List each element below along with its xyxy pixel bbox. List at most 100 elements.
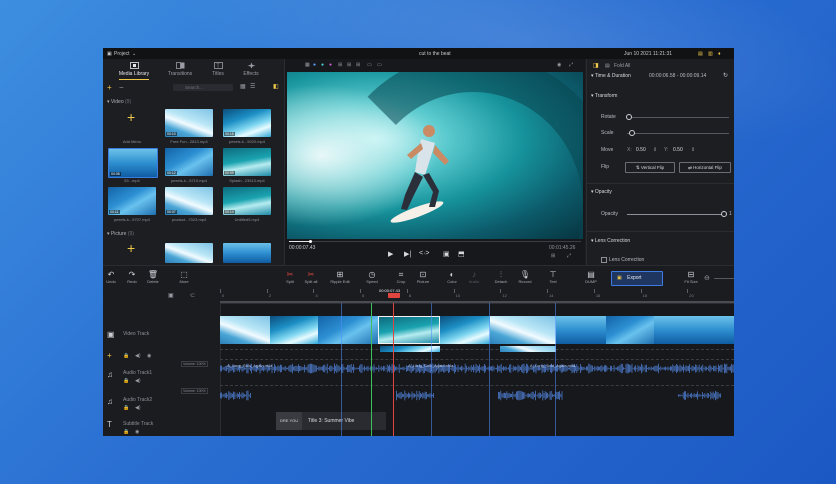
prev-frame-icon[interactable]: <·> [419, 250, 430, 257]
grid-view-icon[interactable]: ▦ [240, 83, 246, 90]
playhead-line[interactable] [393, 303, 394, 436]
audio-mute-icon[interactable]: ◀) [135, 353, 141, 359]
zoom-icon[interactable]: ⊞ [551, 253, 555, 259]
notification-icon[interactable]: ♦ [718, 51, 721, 57]
visibility-icon[interactable]: ◉ [135, 429, 139, 435]
fold-all-icon[interactable]: ▤ [605, 63, 610, 69]
playback-scrubber[interactable] [309, 239, 312, 243]
fit-size-button[interactable]: ⊟ Fit Size [679, 270, 703, 284]
scale-slider[interactable] [627, 133, 729, 134]
split-all-button[interactable]: ✂ Split all [299, 270, 323, 284]
search-field[interactable]: Search... [173, 84, 233, 91]
video-clip[interactable] [556, 316, 607, 344]
export-button[interactable]: ▣ Export [611, 271, 663, 286]
video-clip[interactable] [490, 316, 557, 344]
lock-icon[interactable]: 🔒 [123, 405, 129, 411]
picture-thumbnail[interactable] [223, 243, 271, 263]
stepper-icon[interactable]: ⇕ [691, 147, 695, 153]
audio-waveform[interactable] [220, 390, 734, 401]
lock-icon[interactable]: 🔒 [123, 353, 129, 359]
volume-badge[interactable]: Volume: 100% [181, 361, 208, 367]
vertical-flip-button[interactable]: ⇅ Vertical Flip [625, 162, 675, 173]
playback-progress-track[interactable] [289, 239, 581, 243]
snapshot-icon[interactable]: ◉ [557, 62, 561, 68]
step-forward-icon[interactable]: ▶| [404, 250, 411, 258]
video-clip[interactable] [270, 316, 319, 344]
more-button[interactable]: ⬚ More [172, 270, 196, 284]
audio-button[interactable]: ♪ Audio [462, 270, 486, 284]
zoom-out-icon[interactable]: ⊖ [704, 274, 710, 282]
lock-icon[interactable]: 🔒 [123, 429, 129, 435]
media-thumbnail[interactable]: 00:15 [223, 109, 271, 137]
record-button[interactable]: 🎙 Record [513, 270, 537, 284]
horizontal-flip-button[interactable]: ⇄ Horizontal Flip [679, 162, 731, 173]
picture-button[interactable]: ⊡ Picture [411, 270, 435, 284]
video-clip[interactable] [606, 316, 655, 344]
video-preview[interactable] [287, 72, 583, 239]
media-thumbnail[interactable]: 00:07 [165, 187, 213, 215]
add-media-tile[interactable]: + [108, 109, 156, 137]
video-clip[interactable] [220, 316, 271, 344]
lock-icon[interactable]: 🔒 [123, 378, 129, 384]
add-icon[interactable]: + [107, 83, 112, 92]
audio-waveform[interactable] [220, 363, 734, 374]
properties-icon[interactable]: ◨ [593, 62, 599, 69]
audio-mute-icon[interactable]: ◀) [135, 378, 141, 384]
aspect-ratio-icon[interactable]: ▭ [377, 62, 382, 68]
lens-correction-checkbox[interactable] [601, 257, 607, 263]
scale-slider-knob[interactable] [629, 130, 635, 136]
time-duration-header[interactable]: ▾ Time & Duration [591, 73, 631, 79]
lens-correction-header[interactable]: ▾ Lens Correction [591, 238, 630, 244]
text-button[interactable]: ⊤ Text [541, 270, 565, 284]
title-clip[interactable]: DRE YOU Title 3: Summer Vibe [276, 412, 386, 430]
opacity-header[interactable]: ▾ Opacity [591, 189, 612, 195]
color-button[interactable]: ◐ Color [440, 270, 464, 284]
list-view-icon[interactable]: ☰ [250, 83, 255, 90]
video-clip[interactable] [654, 316, 734, 344]
color-dot-magenta-icon[interactable]: ● [329, 62, 332, 68]
link-icon[interactable]: ⊂ [190, 292, 195, 299]
move-y-input[interactable]: 0.50 [673, 147, 683, 153]
add-track-icon[interactable]: + [107, 351, 112, 360]
play-icon[interactable]: ▶ [388, 250, 393, 258]
remove-icon[interactable]: − [119, 83, 124, 92]
detach-button[interactable]: ⫶ Detach [489, 270, 513, 284]
crop-button[interactable]: ⌗ Crop [389, 270, 413, 284]
panel-toggle-icon[interactable]: ◧ [273, 83, 279, 90]
stop-icon[interactable]: ▣ [443, 250, 450, 258]
crop-frame-icon[interactable]: ⊞ [356, 62, 360, 68]
opacity-slider-knob[interactable] [721, 211, 727, 217]
fold-all-label[interactable]: Fold All [614, 63, 630, 69]
project-menu[interactable]: Project [114, 51, 130, 57]
color-dot-cyan-icon[interactable]: ● [321, 62, 324, 68]
speed-button[interactable]: ◷ Speed [360, 270, 384, 284]
visibility-icon[interactable]: ◉ [147, 353, 151, 359]
video-clip[interactable] [440, 316, 491, 344]
video-section-header[interactable]: ▾ Video (9) [107, 99, 131, 105]
tab-transitions[interactable]: Transitions [159, 62, 201, 77]
expand-icon[interactable]: ⤢ [567, 253, 571, 259]
dump-button[interactable]: ▤ DUMP [579, 270, 603, 284]
aspect-ratio-icon[interactable]: ▭ [367, 62, 372, 68]
crop-frame-icon[interactable]: ⊞ [338, 62, 342, 68]
picture-thumbnail[interactable] [165, 243, 213, 263]
picture-section-header[interactable]: ▾ Picture (9) [107, 231, 134, 237]
media-thumbnail[interactable]: 00:12 [165, 148, 213, 176]
fullscreen-icon[interactable]: ⤢ [569, 62, 573, 68]
media-thumbnail[interactable]: 00:11 [108, 187, 156, 215]
delete-button[interactable]: 🗑 Delete [141, 270, 165, 284]
project-menu-icon[interactable]: ▣ [107, 51, 112, 57]
move-x-input[interactable]: 0.50 [636, 147, 646, 153]
media-thumbnail[interactable]: 00:14 [223, 187, 271, 215]
crop-frame-icon[interactable]: ⊞ [347, 62, 351, 68]
rotate-slider-knob[interactable] [626, 114, 632, 120]
audio-mute-icon[interactable]: ◀) [135, 405, 141, 411]
snap-icon[interactable]: ▣ [168, 292, 174, 299]
media-thumbnail[interactable]: 00:09 [223, 148, 271, 176]
video-clip[interactable] [318, 316, 379, 344]
media-thumbnail-selected[interactable]: 00:08 [108, 148, 158, 178]
lock-icon[interactable]: ▥ [708, 51, 713, 57]
reset-icon[interactable]: ↻ [723, 72, 728, 79]
tab-media-library[interactable]: Media Library [113, 62, 155, 80]
save-icon[interactable]: ▤ [698, 51, 703, 57]
